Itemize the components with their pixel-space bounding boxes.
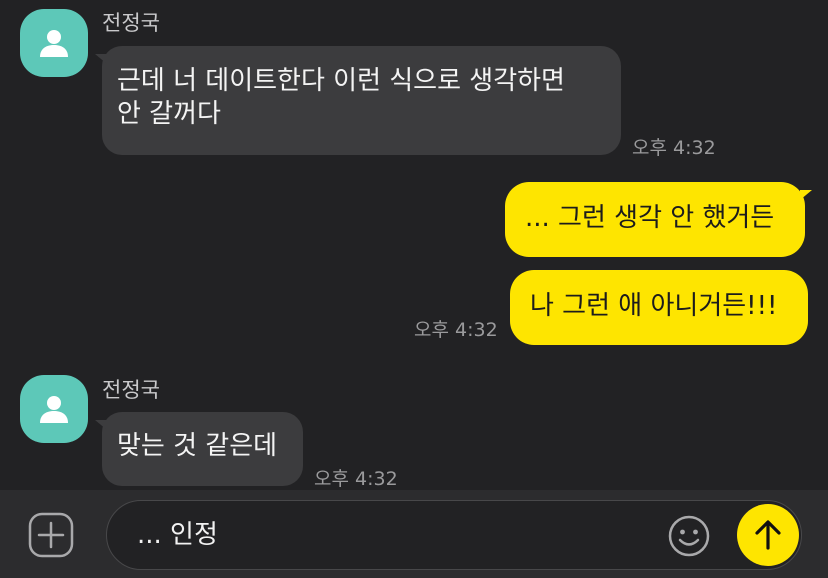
message-line: 안 갈꺼다: [117, 99, 221, 129]
message-bubble-outgoing[interactable]: ... 그런 생각 안 했거든: [505, 182, 812, 257]
sender-avatar[interactable]: [20, 9, 88, 77]
message-input-text[interactable]: ... 인정: [137, 519, 218, 551]
smiley-icon: [668, 515, 710, 557]
message-composer: ... 인정: [0, 490, 828, 578]
message-bubble-incoming[interactable]: 맞는 것 같은데: [95, 412, 303, 486]
message-line: 근데 너 데이트한다 이런 식으로 생각하면: [117, 66, 565, 96]
message-line: 맞는 것 같은데: [117, 431, 278, 461]
message-timestamp: 오후 4:32: [414, 319, 498, 341]
message-bubble-incoming[interactable]: 근데 너 데이트한다 이런 식으로 생각하면 안 갈꺼다: [95, 46, 621, 155]
message-timestamp: 오후 4:32: [632, 137, 716, 159]
chat-window: 전정국 근데 너 데이트한다 이런 식으로 생각하면 안 갈꺼다 오후 4:32…: [0, 0, 828, 490]
sender-name: 전정국: [102, 378, 160, 402]
arrow-up-icon: [755, 520, 781, 550]
person-icon: [40, 30, 68, 57]
plus-square-icon: [28, 512, 74, 558]
send-button[interactable]: [737, 504, 799, 566]
person-icon: [40, 396, 68, 423]
sender-avatar[interactable]: [20, 375, 88, 443]
sender-name: 전정국: [102, 11, 160, 35]
message-input[interactable]: ... 인정: [106, 500, 802, 570]
message-timestamp: 오후 4:32: [314, 468, 398, 490]
message-text: ... 그런 생각 안 했거든: [525, 203, 775, 233]
attach-button[interactable]: [28, 512, 74, 558]
message-bubble-outgoing[interactable]: 나 그런 애 아니거든!!!: [510, 270, 808, 345]
emoji-button[interactable]: [667, 514, 711, 558]
message-text: 나 그런 애 아니거든!!!: [530, 291, 778, 321]
